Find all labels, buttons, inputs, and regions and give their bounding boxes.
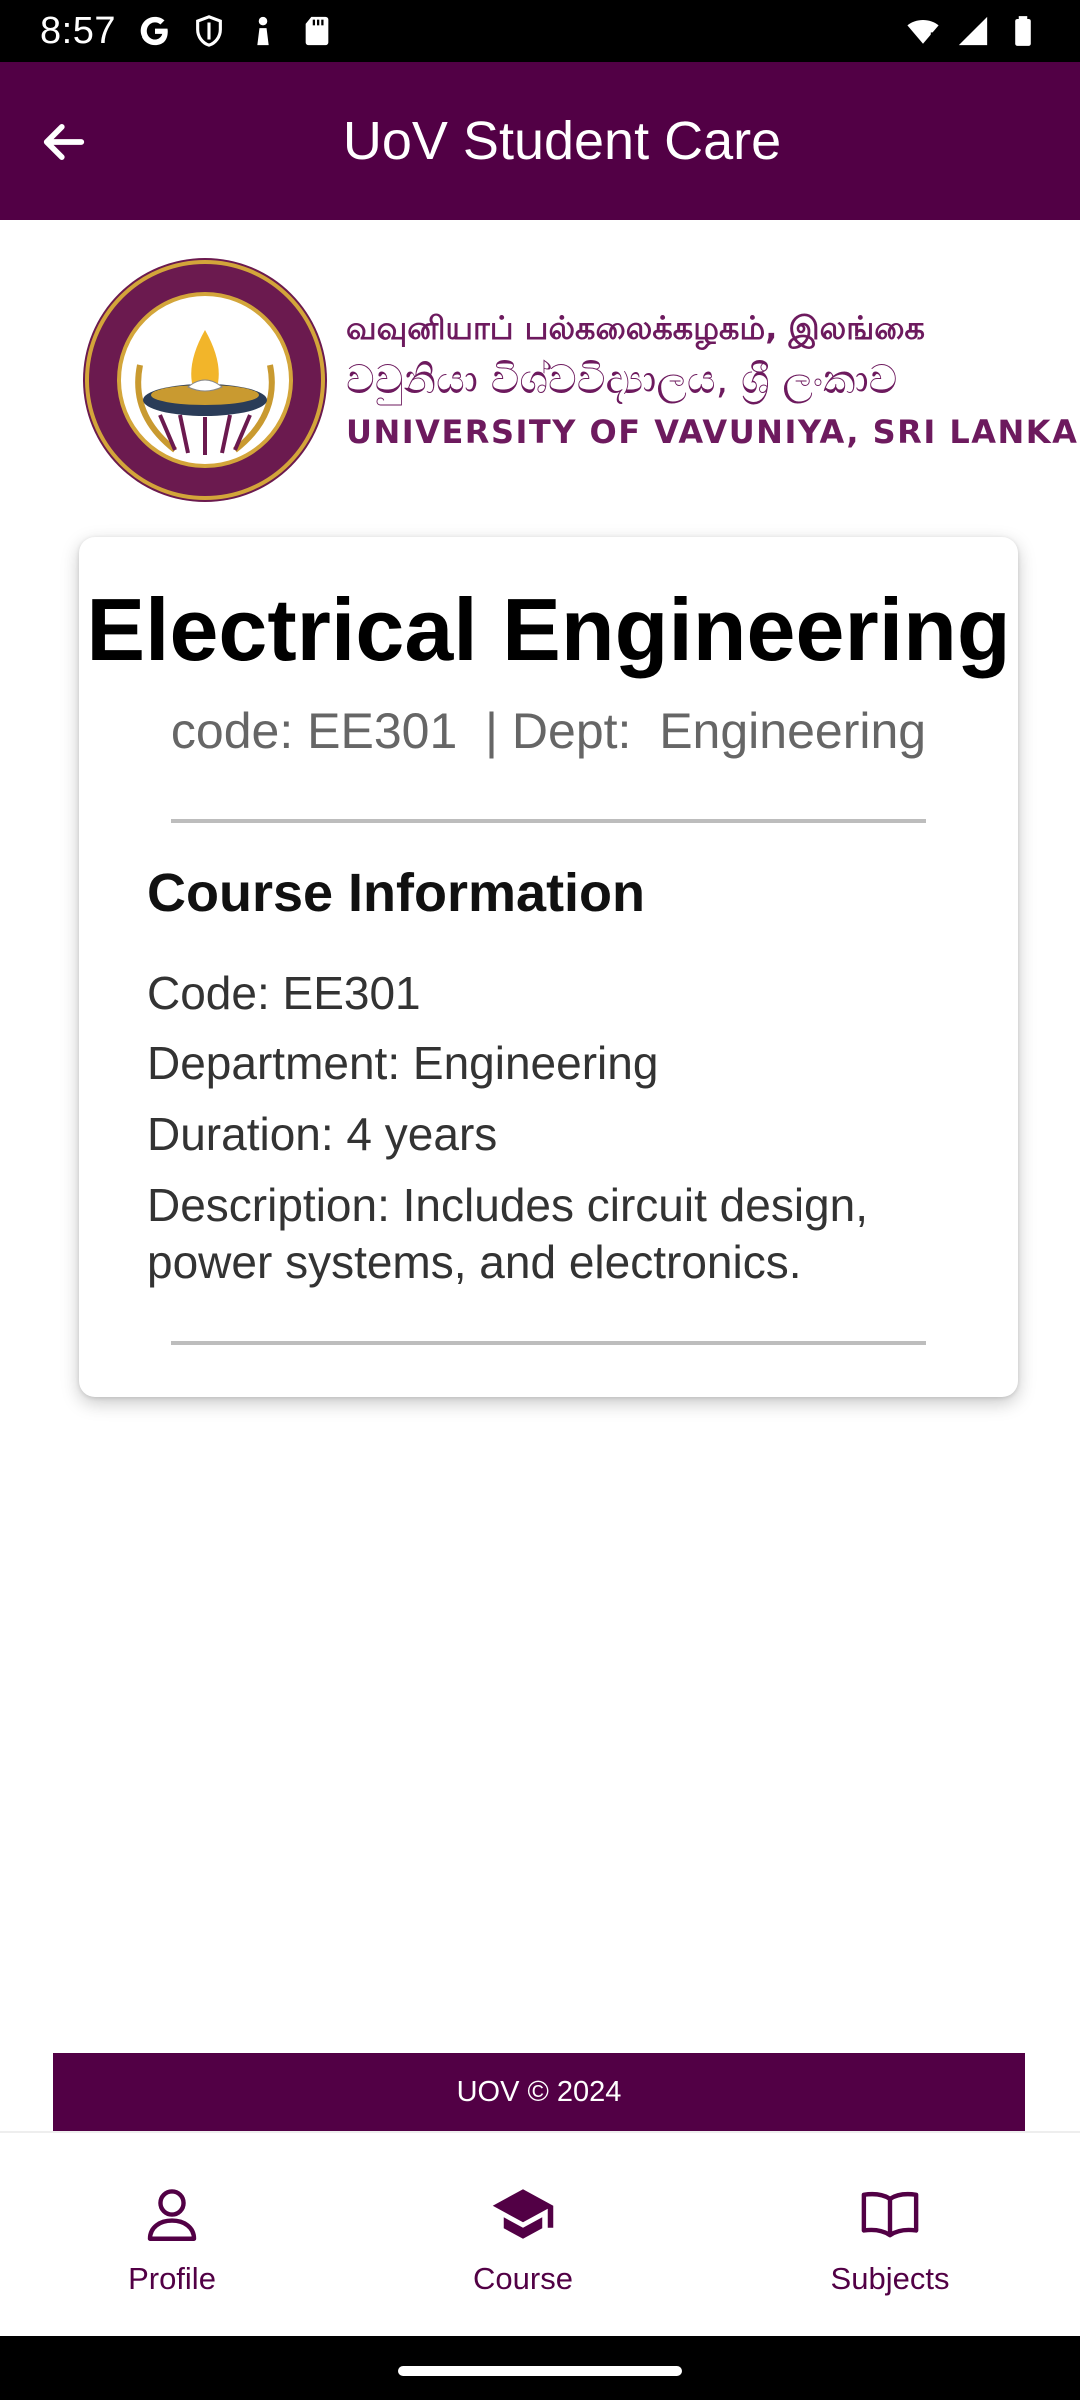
course-duration-line: Duration: 4 years: [147, 1108, 498, 1160]
divider: [171, 1341, 926, 1345]
nav-item-subjects[interactable]: Subjects: [740, 2133, 1040, 2338]
banner-english-name: UNIVERSITY OF VAVUNIYA, SRI LANKA: [346, 413, 1079, 451]
sd-card-icon: [305, 16, 329, 46]
nav-label-course: Course: [473, 2261, 573, 2296]
person-outline-icon: [147, 2189, 197, 2241]
app-title: UoV Student Care: [342, 111, 782, 171]
app-bar: UoV Student Care: [0, 62, 1080, 220]
open-book-icon: [861, 2191, 919, 2238]
status-left-icons: [138, 14, 334, 48]
course-subtitle: code: EE301 | Dept: Engineering: [170, 703, 927, 759]
wifi-icon: [907, 20, 939, 44]
google-icon: [140, 16, 168, 46]
status-bar: 8:57: [0, 0, 1080, 62]
banner-text: வவுனியாப் பல்கலைக்கழகம், இலங்கை වවුනියා …: [346, 255, 1078, 505]
banner-tamil-name: வவுனியாப் பல்கலைக்கழகம், இலங்கை: [346, 309, 925, 347]
nav-item-course[interactable]: Course: [373, 2133, 673, 2338]
status-right-icons: [906, 14, 1040, 48]
status-time: 8:57: [40, 9, 116, 52]
system-navigation-bar: [0, 2336, 1080, 2400]
arrow-left-icon[interactable]: [38, 116, 90, 168]
nav-item-profile[interactable]: Profile: [22, 2133, 322, 2338]
bottom-navigation: Profile Course Subjects: [0, 2131, 1080, 2338]
home-gesture-handle[interactable]: [398, 2366, 682, 2376]
person-icon: [257, 16, 269, 46]
footer-copyright: UOV © 2024: [456, 2075, 622, 2108]
battery-icon: [1015, 16, 1031, 46]
course-code-line: Code: EE301: [147, 967, 421, 1019]
graduation-cap-icon: [492, 2189, 554, 2239]
divider: [171, 819, 926, 823]
nav-label-profile: Profile: [128, 2261, 216, 2296]
course-info-heading: Course Information: [147, 863, 646, 923]
university-banner: வவுனியாப் பல்கலைக்கழகம், இலங்கை වවුනියා …: [80, 255, 1077, 505]
course-department-line: Department: Engineering: [147, 1037, 659, 1089]
back-button[interactable]: [28, 106, 100, 178]
signal-icon: [958, 16, 988, 46]
shield-icon: [196, 15, 222, 47]
course-description-line: Description: Includes circuit design, po…: [147, 1179, 868, 1288]
nav-label-subjects: Subjects: [830, 2261, 950, 2296]
course-card: Electrical Engineering code: EE301 | Dep…: [79, 537, 1018, 1397]
university-seal-logo: [83, 258, 327, 502]
footer-bar: UOV © 2024: [53, 2053, 1025, 2131]
course-title: Electrical Engineering: [86, 580, 1011, 679]
banner-sinhala-name: වවුනියා විශ්වවිද්‍යාලය, ශ්‍රී ලංකාව: [346, 357, 898, 403]
